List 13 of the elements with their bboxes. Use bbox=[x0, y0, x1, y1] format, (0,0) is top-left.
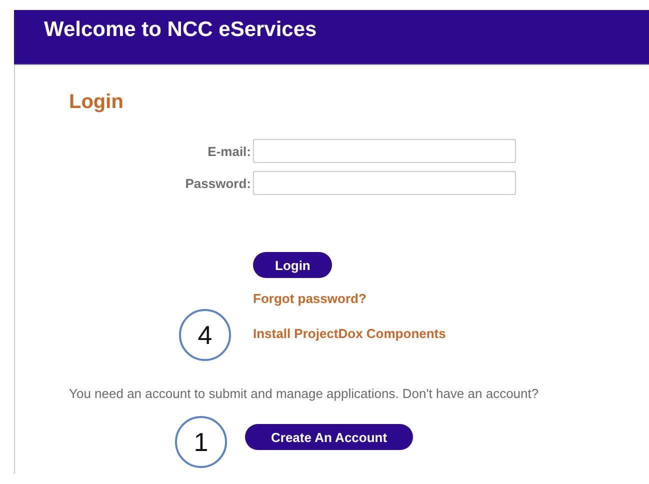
account-message: You need an account to submit and manage applications. Don't have an account? bbox=[69, 387, 540, 400]
field-label: E-mail: bbox=[208, 144, 251, 158]
login-button[interactable]: Login bbox=[253, 252, 332, 278]
link[interactable]: Forgot password? bbox=[253, 291, 366, 306]
input-field[interactable] bbox=[253, 139, 516, 163]
callout-badge: 4 bbox=[179, 309, 231, 361]
page-title: Welcome to NCC eServices bbox=[44, 18, 317, 42]
input-field[interactable] bbox=[253, 171, 516, 195]
field-label: Password: bbox=[185, 176, 251, 190]
create-account-button[interactable]: Create An Account bbox=[245, 424, 414, 450]
link[interactable]: Install ProjectDox Components bbox=[253, 326, 446, 341]
callout-badge: 1 bbox=[175, 416, 227, 468]
login-heading: Login bbox=[69, 91, 124, 114]
